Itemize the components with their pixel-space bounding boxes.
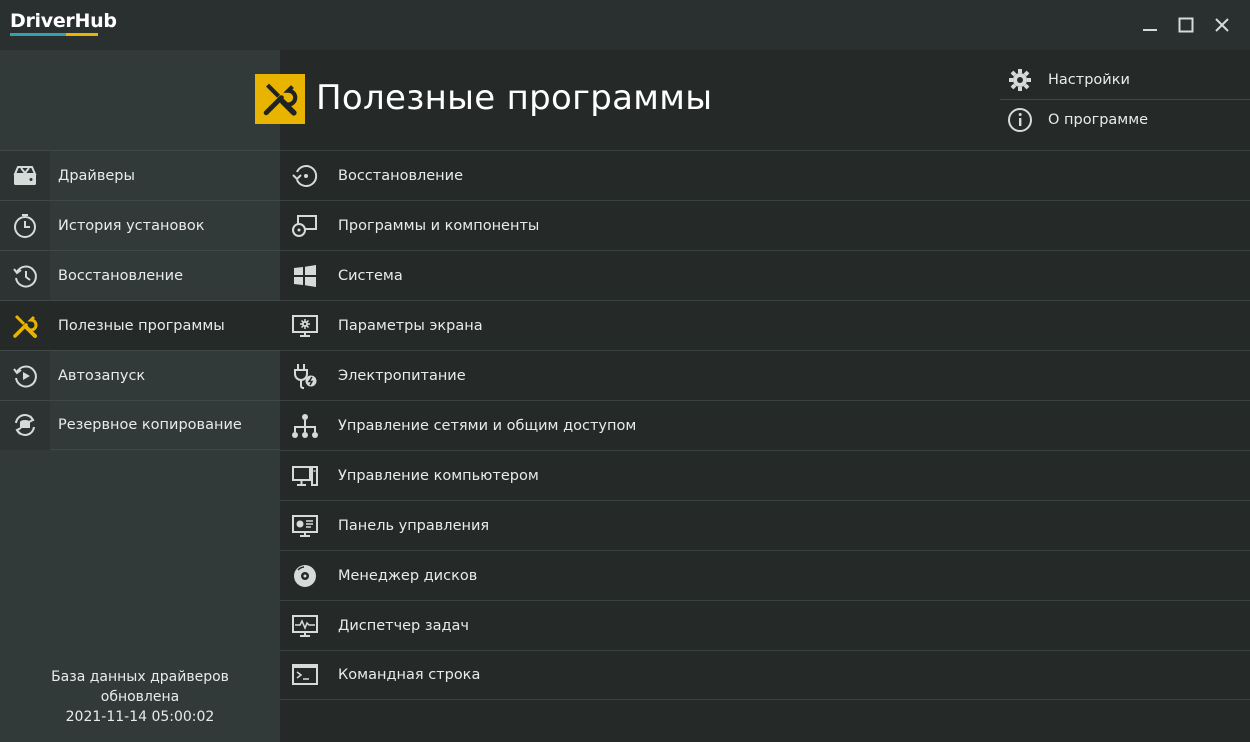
sidebar-item-label: История установок xyxy=(58,217,205,234)
about-label: О программе xyxy=(1048,112,1149,128)
page-title: Полезные программы xyxy=(316,78,713,118)
tool-label: Управление сетями и общим доступом xyxy=(338,417,637,434)
logo-underline xyxy=(10,33,98,36)
tool-label: Система xyxy=(338,267,403,284)
tool-label: Параметры экрана xyxy=(338,317,483,334)
task-manager-icon xyxy=(280,601,330,650)
clock-icon xyxy=(0,201,50,250)
control-panel-icon xyxy=(280,501,330,550)
tool-label: Электропитание xyxy=(338,367,466,384)
tool-command-line[interactable]: Командная строка xyxy=(280,650,1250,700)
tool-computer-management[interactable]: Управление компьютером xyxy=(280,450,1250,500)
sidebar-item-label: Резервное копирование xyxy=(58,417,242,433)
programs-icon xyxy=(280,201,330,250)
tool-label: Восстановление xyxy=(338,167,464,184)
sidebar-item-autostart[interactable]: Автозапуск xyxy=(0,350,280,400)
tool-system[interactable]: Система xyxy=(280,250,1250,300)
sidebar-item-drivers[interactable]: Драйверы xyxy=(0,150,280,200)
sidebar-nav: Драйверы История установок Восстановлени… xyxy=(0,150,280,450)
tool-disk-manager[interactable]: Менеджер дисков xyxy=(280,550,1250,600)
terminal-icon xyxy=(280,651,330,700)
sidebar-item-useful-programs[interactable]: Полезные программы xyxy=(0,300,280,350)
disk-icon xyxy=(280,551,330,600)
tool-label: Командная строка xyxy=(338,667,481,683)
sidebar-item-backup[interactable]: Резервное копирование xyxy=(0,400,280,450)
sidebar-item-label: Драйверы xyxy=(58,167,135,184)
database-status: База данных драйверов обновлена 2021-11-… xyxy=(0,667,280,727)
restore-icon xyxy=(280,151,330,200)
top-links: Настройки О программе xyxy=(1000,60,1250,140)
windows-icon xyxy=(280,251,330,300)
backup-icon xyxy=(0,400,50,450)
network-icon xyxy=(280,401,330,450)
computer-icon xyxy=(280,451,330,500)
tool-power[interactable]: Электропитание xyxy=(280,350,1250,400)
autostart-icon xyxy=(0,351,50,400)
about-link[interactable]: О программе xyxy=(1000,100,1250,140)
minimize-icon[interactable] xyxy=(1137,12,1163,38)
tool-label: Управление компьютером xyxy=(338,467,539,484)
db-status-line1: База данных драйверов xyxy=(51,669,229,685)
tool-label: Диспетчер задач xyxy=(338,617,469,634)
tool-label: Программы и компоненты xyxy=(338,217,540,234)
sidebar-item-label: Полезные программы xyxy=(58,317,225,334)
title-bar: DriverHub xyxy=(0,0,1250,50)
power-icon xyxy=(280,351,330,400)
tools-icon xyxy=(255,74,305,124)
info-icon xyxy=(1000,107,1040,133)
settings-link[interactable]: Настройки xyxy=(1000,60,1250,100)
tool-network-sharing[interactable]: Управление сетями и общим доступом xyxy=(280,400,1250,450)
tools-list: Восстановление Программы и компоненты Си… xyxy=(280,150,1250,700)
sidebar-item-restore[interactable]: Восстановление xyxy=(0,250,280,300)
settings-label: Настройки xyxy=(1048,71,1130,88)
tool-label: Менеджер дисков xyxy=(338,567,478,584)
tool-label: Панель управления xyxy=(338,517,490,534)
db-status-timestamp: 2021-11-14 05:00:02 xyxy=(65,709,215,725)
tool-control-panel[interactable]: Панель управления xyxy=(280,500,1250,550)
maximize-icon[interactable] xyxy=(1173,12,1199,38)
gear-icon xyxy=(1000,67,1040,93)
display-settings-icon xyxy=(280,301,330,350)
db-status-line2: обновлена xyxy=(100,689,180,705)
app-logo: DriverHub xyxy=(10,10,117,32)
sidebar-item-label: Восстановление xyxy=(58,267,184,284)
tool-task-manager[interactable]: Диспетчер задач xyxy=(280,600,1250,650)
sidebar-item-label: Автозапуск xyxy=(58,367,146,384)
tool-programs-features[interactable]: Программы и компоненты xyxy=(280,200,1250,250)
close-icon[interactable] xyxy=(1209,12,1235,38)
tools-icon xyxy=(0,301,50,350)
history-icon xyxy=(0,251,50,300)
sidebar-header xyxy=(0,50,280,150)
drive-icon xyxy=(0,151,50,200)
sidebar: Драйверы История установок Восстановлени… xyxy=(0,50,280,742)
sidebar-item-install-history[interactable]: История установок xyxy=(0,200,280,250)
tool-restore[interactable]: Восстановление xyxy=(280,150,1250,200)
tool-display-settings[interactable]: Параметры экрана xyxy=(280,300,1250,350)
